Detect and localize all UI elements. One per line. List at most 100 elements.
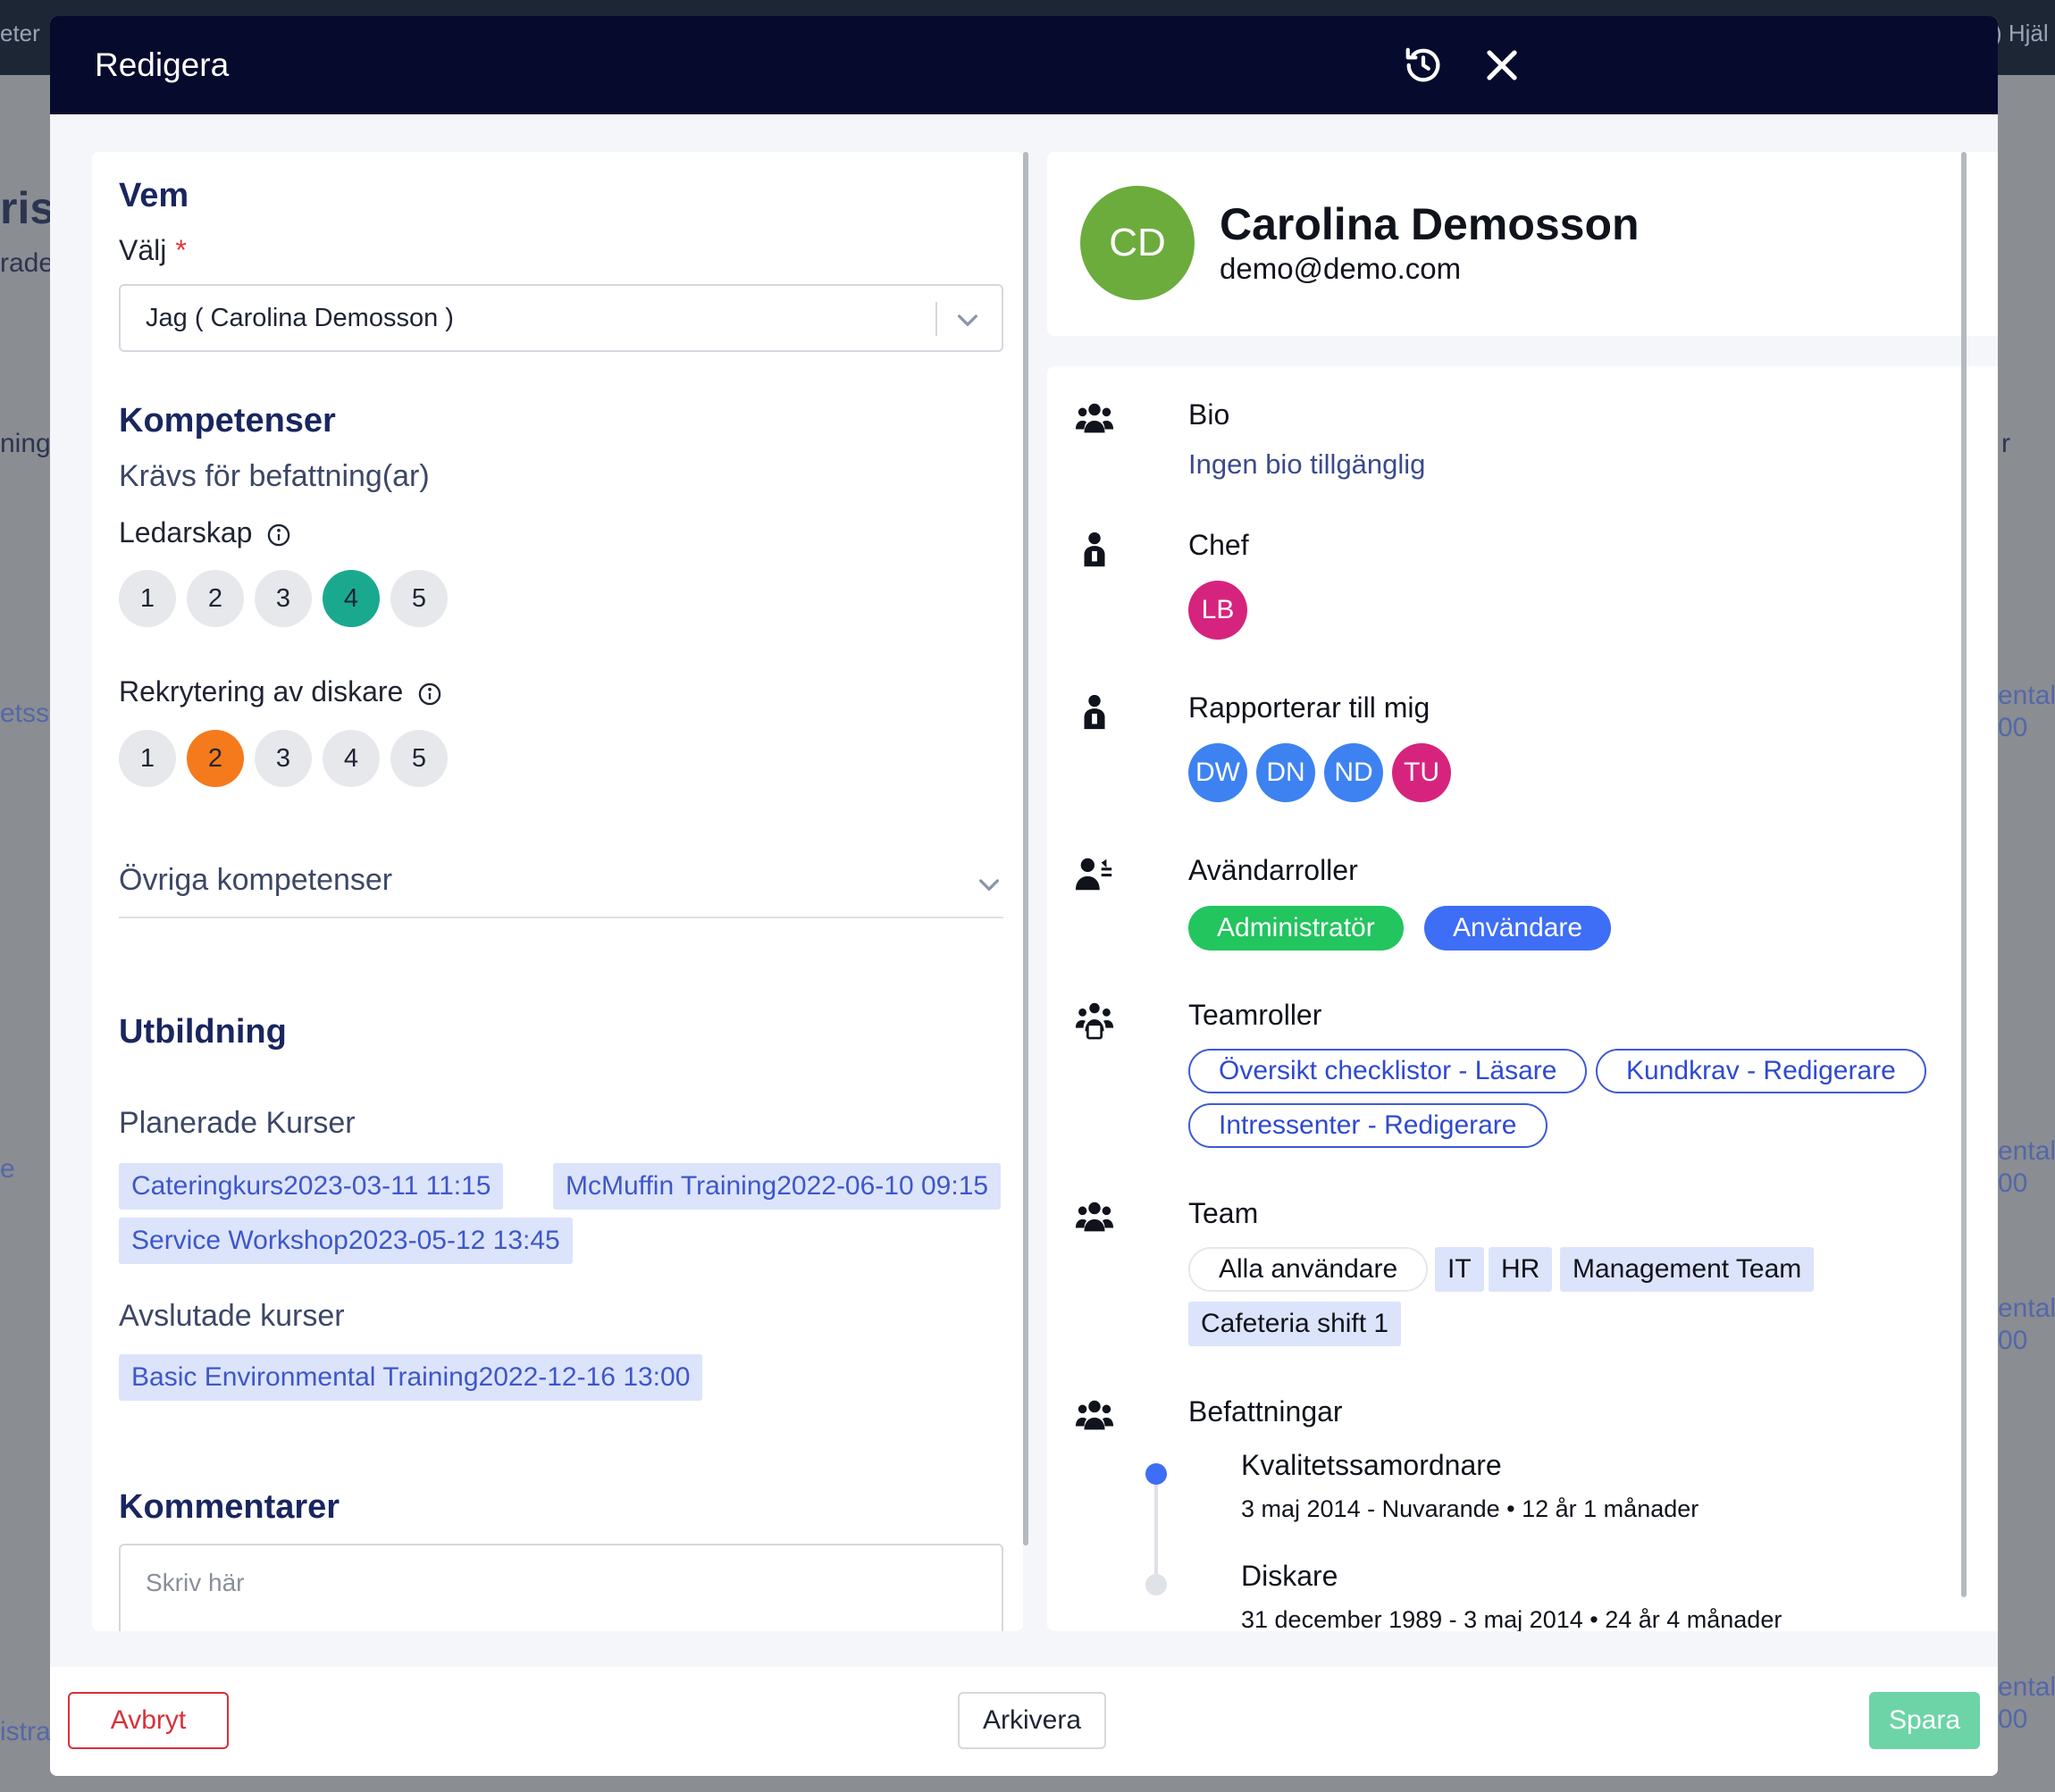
bio-label: Bio <box>1188 398 1230 431</box>
select-label: Välj * <box>119 234 187 266</box>
manager-icon <box>1084 532 1105 567</box>
course-chip[interactable]: Cateringkurs2023-03-11 11:15 <box>119 1163 504 1210</box>
team-roles-icon <box>1075 1002 1114 1040</box>
user-roles-label: Avändarroller <box>1188 854 1358 886</box>
person-email: demo@demo.com <box>1220 252 1462 285</box>
archive-button[interactable]: Arkivera <box>958 1692 1106 1749</box>
team-role-badge: Översikt checklistor - Läsare <box>1188 1049 1588 1093</box>
select-divider <box>935 302 937 336</box>
position-meta: 3 maj 2014 - Nuvarande • 12 år 1 månader <box>1241 1495 1699 1522</box>
background-text: ental <box>1998 1294 2055 1323</box>
positions-icon <box>1075 1400 1114 1430</box>
team-roles-label: Teamroller <box>1188 999 1322 1031</box>
background-text: ris <box>0 183 55 233</box>
manager-label: Chef <box>1188 529 1249 561</box>
skill-level-button[interactable]: 5 <box>390 730 448 787</box>
background-text: 00 <box>1998 1704 2028 1734</box>
edit-form-panel: Vem Välj * Jag ( Carolina Demosson ) Komp… <box>92 152 1023 1631</box>
avatar: CD <box>1080 186 1195 300</box>
profile-card: CD Carolina Demosson demo@demo.com <box>1047 152 1998 336</box>
education-title: Utbildning <box>119 1013 287 1051</box>
save-button[interactable]: Spara <box>1869 1692 1980 1749</box>
course-chip[interactable]: McMuffin Training2022-06-10 09:15 <box>553 1163 1002 1210</box>
close-icon <box>1487 50 1517 80</box>
course-chip[interactable]: Service Workshop2023-05-12 13:45 <box>119 1218 573 1264</box>
course-chip[interactable]: Basic Environmental Training2022-12-16 1… <box>119 1354 703 1401</box>
background-text: ental <box>1998 1136 2055 1166</box>
background-text: 00 <box>1998 1168 2028 1198</box>
comments-title: Kommentarer <box>119 1488 340 1526</box>
background-text: r <box>2001 429 2010 458</box>
background-text: ental <box>1998 681 2055 710</box>
info-icon <box>268 523 290 546</box>
modal-title: Redigera <box>95 46 230 83</box>
positions-label: Befattningar <box>1188 1395 1343 1428</box>
info-icon <box>419 682 441 705</box>
team-label: Team <box>1188 1197 1259 1229</box>
skill-level-button-selected[interactable]: 4 <box>323 570 380 627</box>
skill-level-button[interactable]: 1 <box>119 730 176 787</box>
bio-text: Ingen bio tillgänglig <box>1188 448 1426 480</box>
skill-level-button[interactable]: 5 <box>390 570 448 627</box>
role-badge: Administratör <box>1188 906 1404 950</box>
reports-label: Rapporterar till mig <box>1188 691 1430 724</box>
background-text: ental <box>1998 1672 2055 1702</box>
skill-level-button[interactable]: 3 <box>255 570 312 627</box>
manager-icon <box>1084 694 1105 730</box>
background-text: rade <box>0 248 55 278</box>
users-icon <box>1075 403 1114 433</box>
competences-title: Kompetenser <box>119 402 336 440</box>
background-text: istra <box>0 1717 51 1746</box>
team-badge: Management Team <box>1560 1247 1815 1292</box>
person-select-value: Jag ( Carolina Demosson ) <box>146 304 454 332</box>
close-button[interactable] <box>1480 43 1524 88</box>
avatar[interactable]: DN <box>1256 743 1315 802</box>
history-icon <box>1405 47 1440 82</box>
background-text: e <box>0 1154 15 1184</box>
background-text: 00 <box>1998 1326 2028 1355</box>
skill-level-button[interactable]: 3 <box>255 730 312 787</box>
competences-subtitle: Krävs för befattning(ar) <box>119 459 430 493</box>
comment-placeholder: Skriv här <box>146 1569 245 1596</box>
history-button[interactable] <box>1401 43 1446 88</box>
position-meta: 31 december 1989 - 3 maj 2014 • 24 år 4 … <box>1241 1606 1782 1631</box>
background-text: ) Hjäl <box>1994 20 2049 46</box>
profile-details: Bio Ingen bio tillgänglig Chef LB Rappor… <box>1047 366 1998 1631</box>
skill-name: Rekrytering av diskare <box>119 675 442 708</box>
avatar[interactable]: DW <box>1188 743 1247 802</box>
edit-modal: Redigera Vem Välj * Jag ( Carolina Demoss… <box>50 16 1998 1776</box>
comment-textarea[interactable]: Skriv här <box>119 1544 1003 1631</box>
avatar[interactable]: TU <box>1392 743 1451 802</box>
team-badge: Cafeteria shift 1 <box>1188 1302 1402 1346</box>
other-competences-label: Övriga kompetenser <box>119 863 393 897</box>
team-icon <box>1075 1202 1114 1232</box>
other-competences-toggle[interactable]: Övriga kompetenser <box>119 859 1003 918</box>
cancel-button[interactable]: Avbryt <box>68 1692 229 1749</box>
timeline-dot <box>1145 1574 1167 1595</box>
skill-level-button[interactable]: 2 <box>187 570 244 627</box>
skill-level-button[interactable]: 4 <box>323 730 380 787</box>
left-scrollbar[interactable] <box>1023 152 1028 1545</box>
avatar[interactable]: ND <box>1324 743 1383 802</box>
skill-level-button[interactable]: 1 <box>119 570 176 627</box>
team-badge: Alla användare <box>1188 1247 1429 1292</box>
background-text: eter <box>0 20 40 46</box>
chevron-down-icon[interactable] <box>953 306 982 334</box>
team-role-badge: Intressenter - Redigerare <box>1188 1103 1548 1148</box>
background-text: ning <box>0 429 51 458</box>
modal-footer: Avbryt Arkivera Spara <box>50 1667 1998 1776</box>
team-badge: HR <box>1489 1247 1553 1292</box>
team-badge: IT <box>1435 1247 1484 1292</box>
background-text: 00 <box>1998 713 2028 742</box>
chevron-down-icon <box>979 879 999 891</box>
who-title: Vem <box>119 177 189 214</box>
person-name: Carolina Demosson <box>1220 199 1640 249</box>
right-scrollbar[interactable] <box>1961 152 1967 1597</box>
person-select[interactable]: Jag ( Carolina Demosson ) <box>119 284 1003 352</box>
skill-level-button-selected[interactable]: 2 <box>187 730 244 787</box>
user-roles-icon <box>1075 858 1112 891</box>
required-mark: * <box>175 234 187 266</box>
avatar[interactable]: LB <box>1188 581 1247 640</box>
timeline-dot-current <box>1145 1463 1167 1485</box>
planned-courses-label: Planerade Kurser <box>119 1106 356 1140</box>
